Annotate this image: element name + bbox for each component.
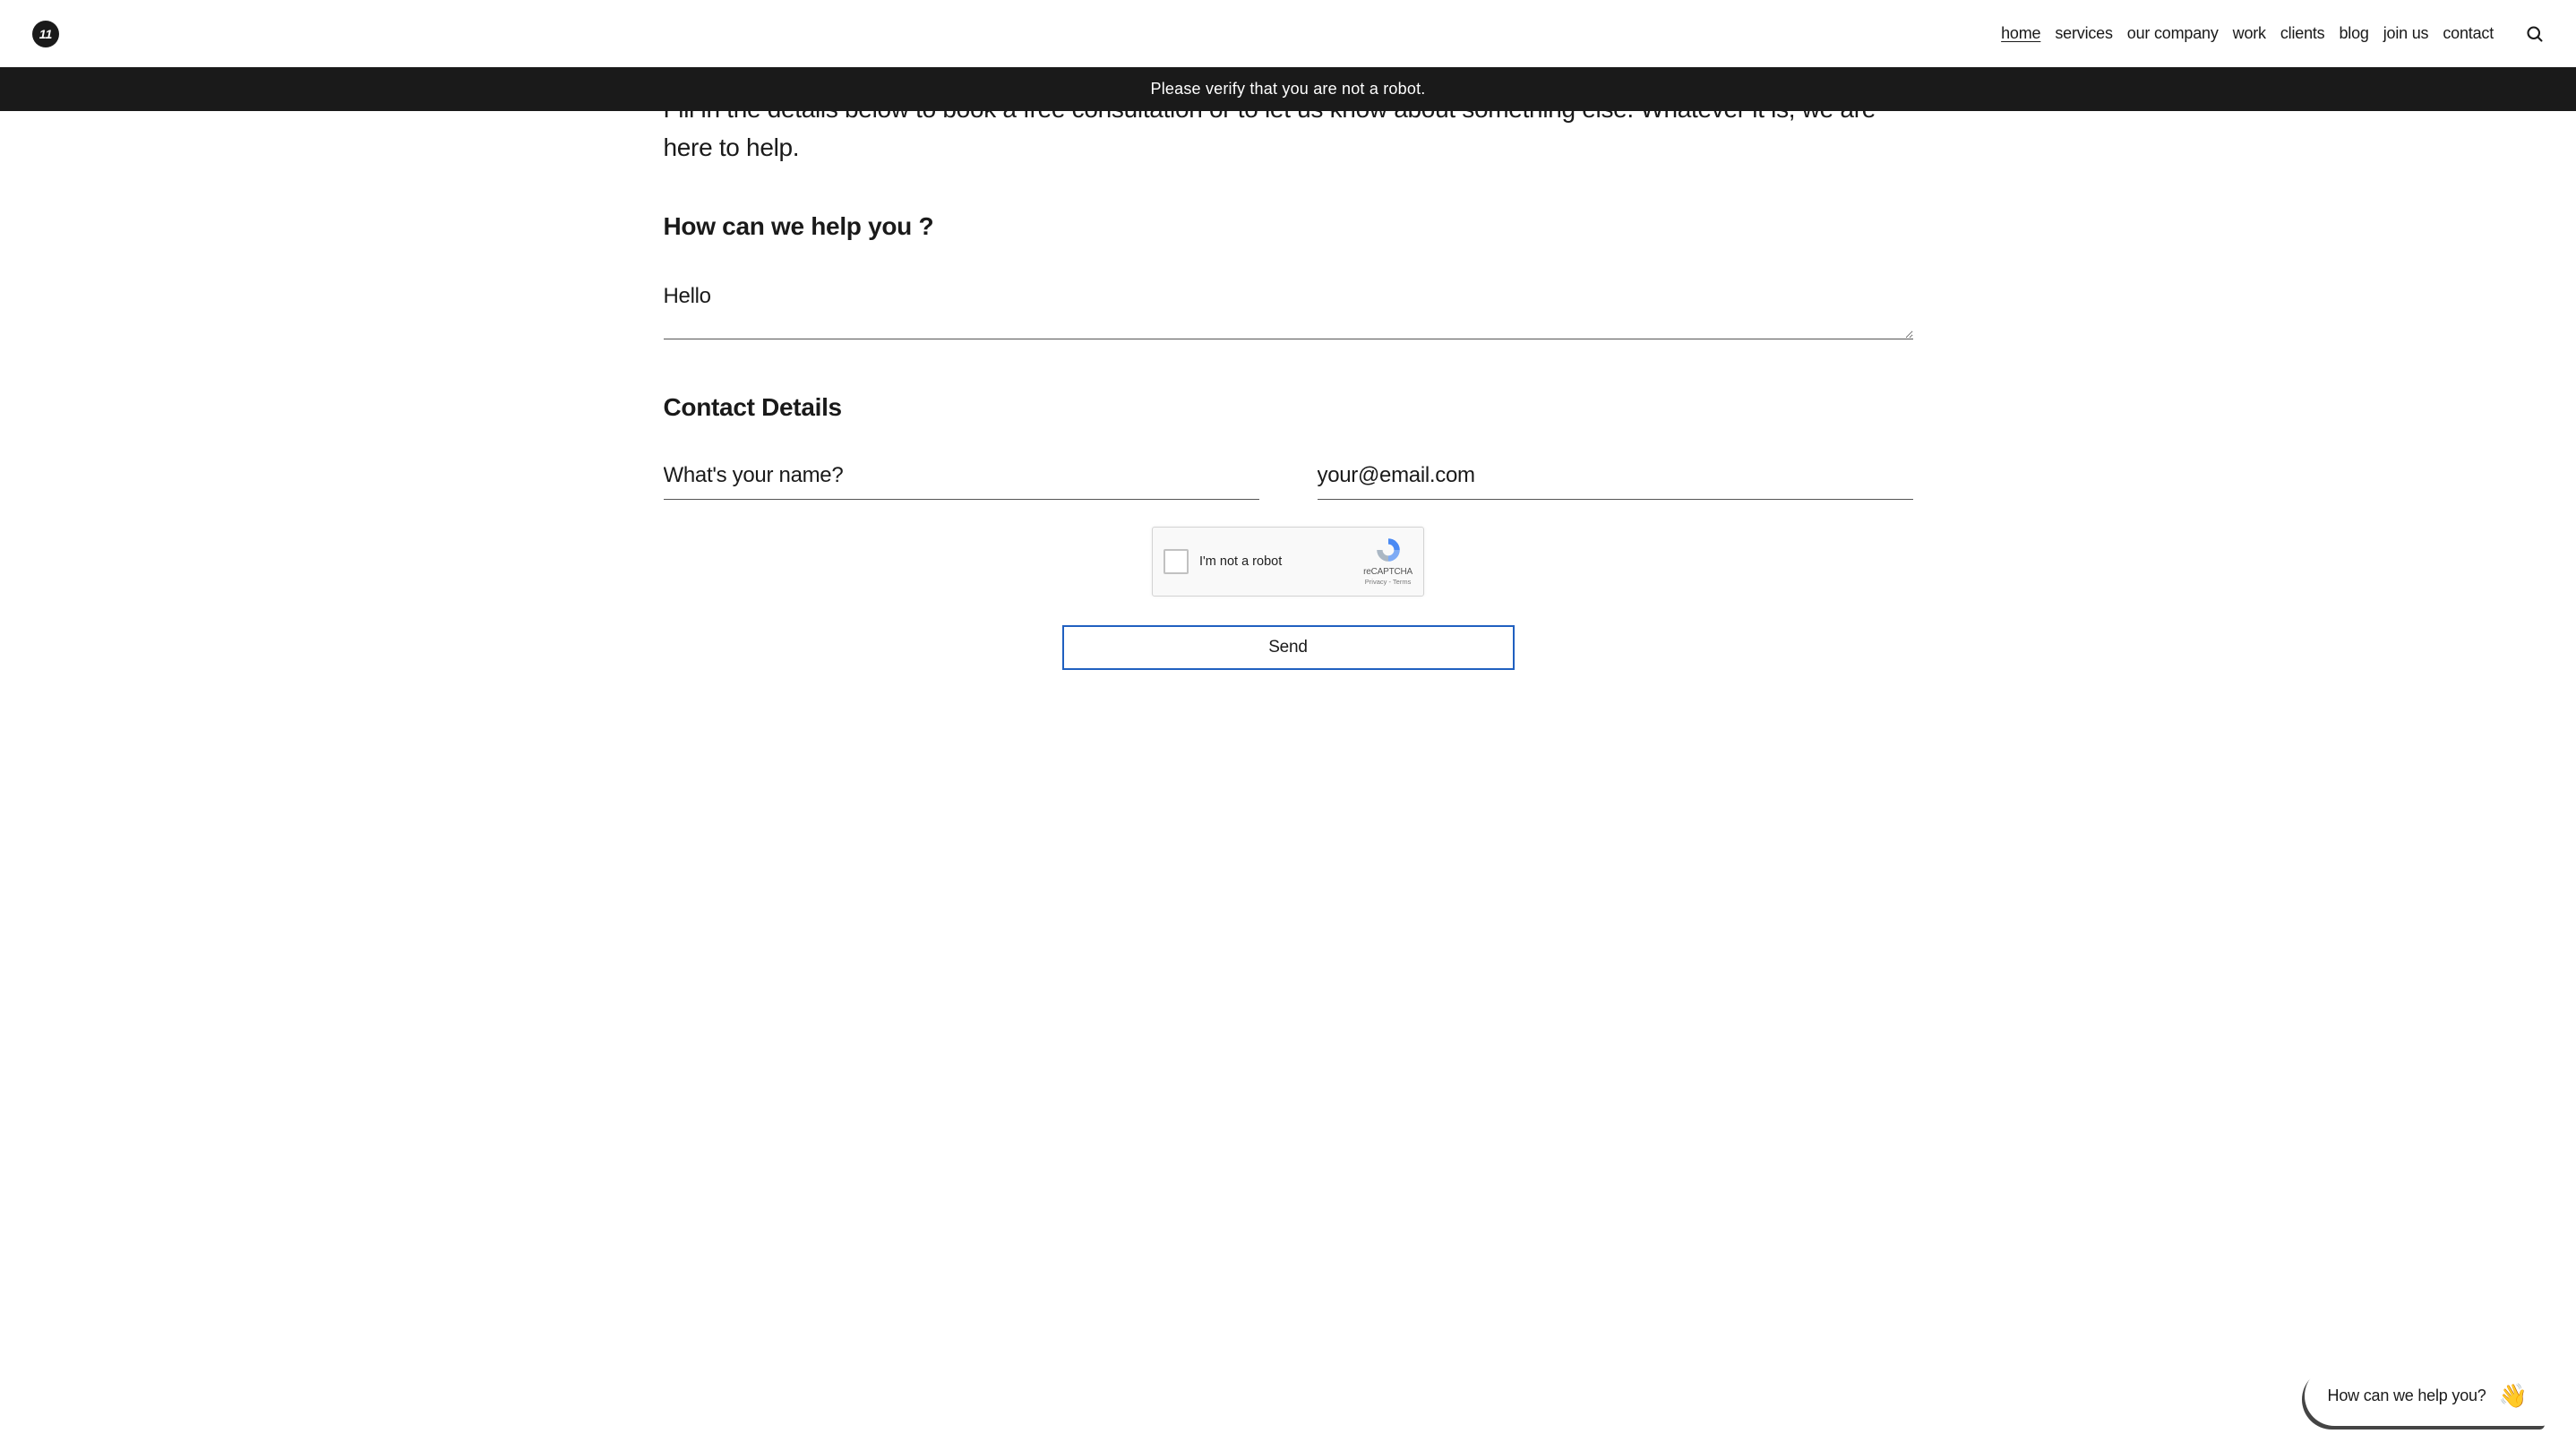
send-button[interactable]: Send: [1062, 625, 1515, 670]
message-input[interactable]: [664, 277, 1913, 339]
recaptcha-logo-icon: [1374, 536, 1403, 564]
recaptcha-terms[interactable]: Terms: [1393, 578, 1411, 586]
notification-message: Please verify that you are not a robot.: [1151, 80, 1426, 98]
nav-work[interactable]: work: [2233, 24, 2266, 43]
contact-heading: Contact Details: [664, 393, 1913, 422]
main-nav: home services our company work clients b…: [2001, 24, 2544, 43]
nav-our-company[interactable]: our company: [2127, 24, 2219, 43]
recaptcha-label: I'm not a robot: [1199, 554, 1363, 569]
nav-clients[interactable]: clients: [2280, 24, 2325, 43]
recaptcha-container: I'm not a robot reCAPTCHA Privacy - Term…: [664, 527, 1913, 597]
recaptcha-checkbox[interactable]: [1163, 549, 1189, 574]
search-icon[interactable]: [2526, 25, 2544, 43]
recaptcha-brand: reCAPTCHA Privacy - Terms: [1363, 536, 1413, 587]
send-wrap: Send: [664, 625, 1913, 670]
nav-join-us[interactable]: join us: [2383, 24, 2429, 43]
recaptcha-brand-name: reCAPTCHA: [1363, 566, 1413, 578]
nav-services[interactable]: services: [2055, 24, 2112, 43]
contact-row: [664, 458, 1913, 500]
chat-prompt: How can we help you?: [2328, 1387, 2486, 1405]
wave-icon: 👋: [2499, 1382, 2528, 1410]
chat-widget[interactable]: How can we help you? 👋: [2305, 1366, 2547, 1426]
recaptcha-privacy[interactable]: Privacy: [1365, 578, 1387, 586]
email-input[interactable]: [1318, 458, 1913, 500]
name-input[interactable]: [664, 458, 1259, 500]
logo-text: 11: [39, 27, 53, 41]
notification-bar: Please verify that you are not a robot.: [0, 67, 2576, 111]
logo[interactable]: 11: [32, 21, 59, 47]
nav-contact[interactable]: contact: [2443, 24, 2494, 43]
help-heading: How can we help you ?: [664, 212, 1913, 241]
recaptcha-legal: Privacy - Terms: [1365, 578, 1412, 587]
nav-home[interactable]: home: [2001, 24, 2040, 43]
nav-blog[interactable]: blog: [2339, 24, 2368, 43]
site-header: 11 home services our company work client…: [0, 0, 2576, 67]
recaptcha-widget[interactable]: I'm not a robot reCAPTCHA Privacy - Term…: [1152, 527, 1424, 597]
